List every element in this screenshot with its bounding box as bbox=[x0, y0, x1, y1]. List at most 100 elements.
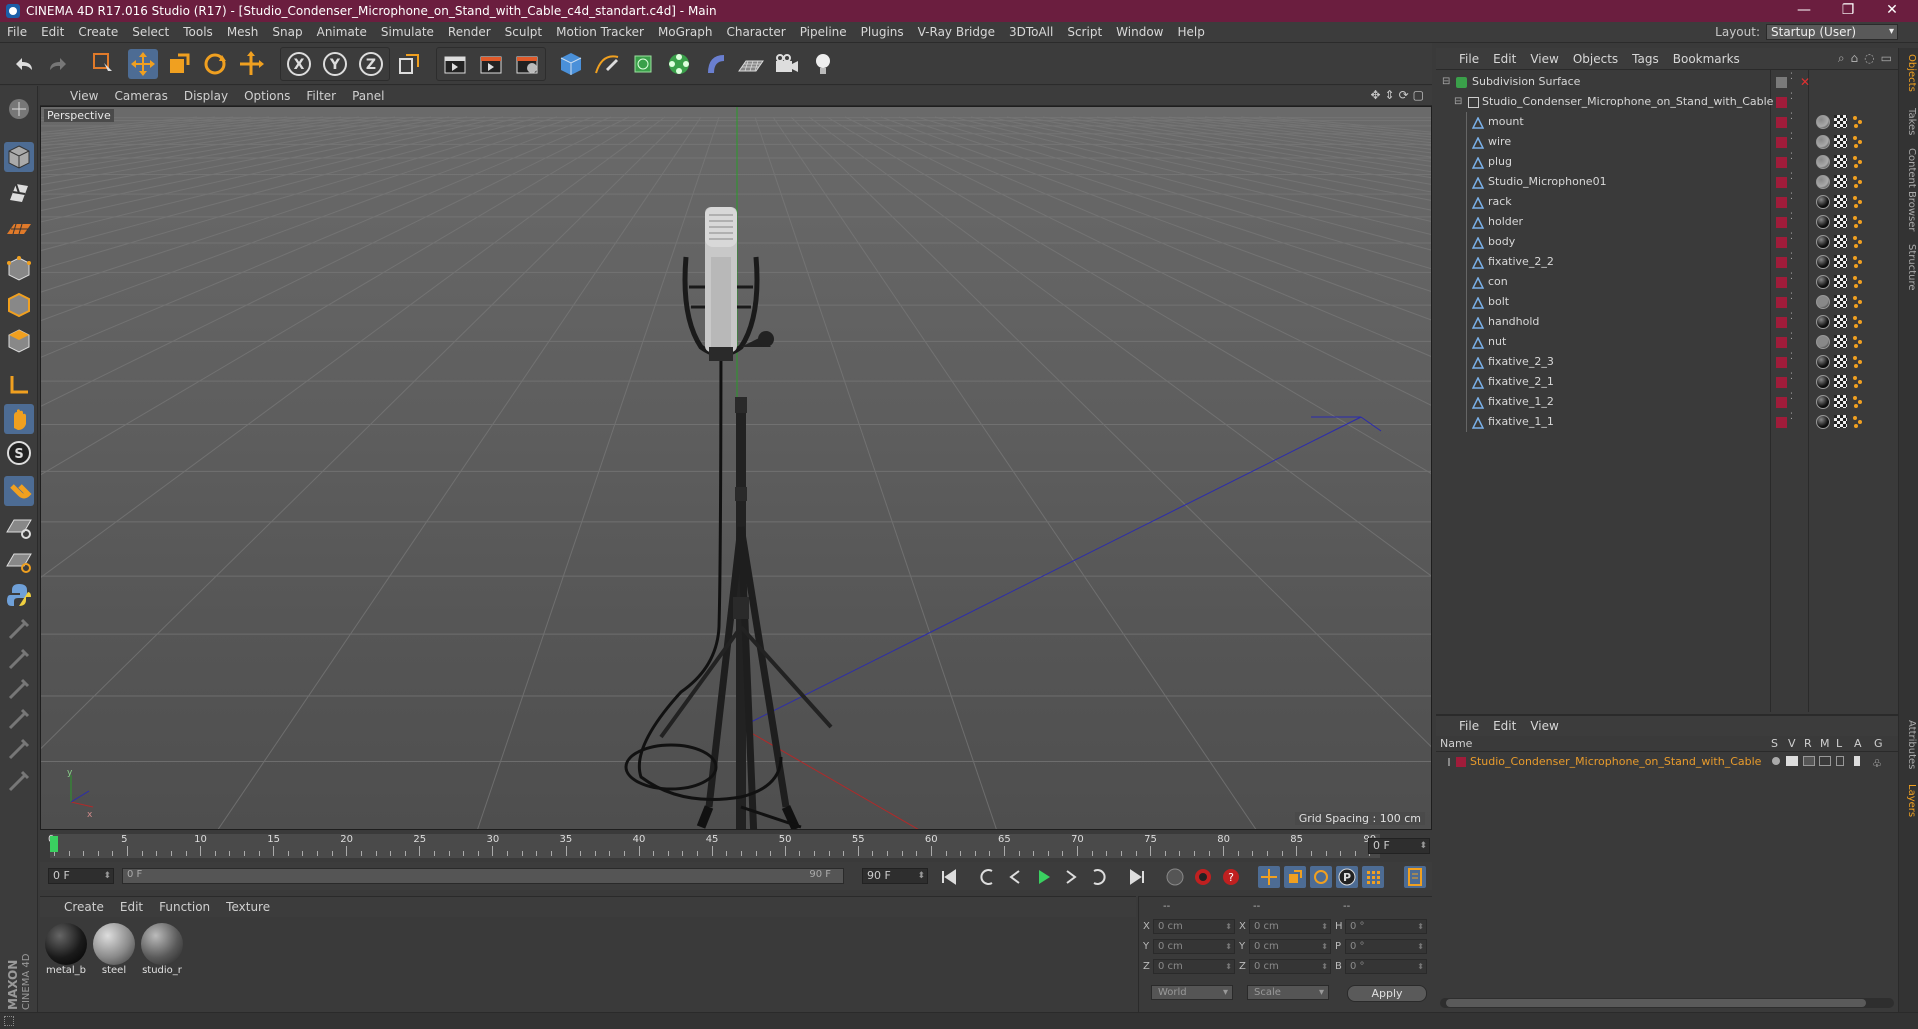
rotation-h-field[interactable]: 0 ° bbox=[1345, 919, 1427, 934]
material-menu-create[interactable]: Create bbox=[56, 900, 112, 914]
menu-tools[interactable]: Tools bbox=[176, 25, 220, 39]
model-mode-icon[interactable] bbox=[4, 142, 34, 172]
visibility-dots-icon[interactable]: ⁚ bbox=[1790, 272, 1801, 283]
polygons-mode-icon[interactable] bbox=[4, 326, 34, 356]
texture-tag-icon[interactable] bbox=[1852, 135, 1864, 149]
layer-render-icon[interactable] bbox=[1803, 756, 1815, 766]
texture-tag-icon[interactable] bbox=[1852, 215, 1864, 229]
layer-flag-generators[interactable]: G bbox=[1874, 737, 1883, 750]
magnet-snap-icon[interactable] bbox=[4, 476, 34, 506]
layer-menu-view[interactable]: View bbox=[1523, 719, 1565, 733]
object-row-child[interactable]: fixative_2_1 ⁚ bbox=[1436, 372, 1898, 392]
material-tag-icon[interactable] bbox=[1816, 315, 1830, 329]
menu-character[interactable]: Character bbox=[719, 25, 792, 39]
layer-row[interactable]: Studio_Condenser_Microphone_on_Stand_wit… bbox=[1436, 753, 1898, 771]
uvw-tag-icon[interactable] bbox=[1834, 275, 1847, 288]
size-y-field[interactable]: 0 cm bbox=[1249, 939, 1331, 954]
layer-color-swatch[interactable] bbox=[1776, 397, 1787, 408]
layer-color-swatch[interactable] bbox=[1776, 277, 1787, 288]
viewport-rotate-icon[interactable]: ⟳ bbox=[1399, 88, 1409, 102]
object-menu-objects[interactable]: Objects bbox=[1566, 52, 1625, 66]
apply-button[interactable]: Apply bbox=[1347, 985, 1427, 1002]
material-tag-icon[interactable] bbox=[1816, 355, 1830, 369]
material-tag-icon[interactable] bbox=[1816, 215, 1830, 229]
visibility-dots-icon[interactable]: ⁚ bbox=[1790, 212, 1801, 223]
viewport-zoom-icon[interactable]: ⇕ bbox=[1385, 88, 1395, 102]
material-menu-function[interactable]: Function bbox=[151, 900, 218, 914]
keyframe-selection-icon[interactable]: ? bbox=[1220, 866, 1242, 888]
object-filter-icon[interactable]: ◌ bbox=[1864, 51, 1874, 66]
current-frame-field[interactable]: 0 F bbox=[1368, 838, 1430, 854]
rotate-tool-icon[interactable] bbox=[200, 49, 230, 79]
render-settings-icon[interactable] bbox=[512, 49, 542, 79]
goto-end-icon[interactable] bbox=[1126, 866, 1148, 888]
grid-snap-icon[interactable] bbox=[4, 512, 34, 542]
menu-sculpt[interactable]: Sculpt bbox=[498, 25, 549, 39]
side-tab-layers[interactable]: Layers bbox=[1901, 784, 1917, 817]
material-menu-edit[interactable]: Edit bbox=[112, 900, 151, 914]
material-swatch[interactable]: steel bbox=[92, 923, 136, 979]
render-view-icon[interactable] bbox=[440, 49, 470, 79]
object-row-group[interactable]: ⊟ Studio_Condenser_Microphone_on_Stand_w… bbox=[1436, 92, 1898, 112]
menu-vray-bridge[interactable]: V-Ray Bridge bbox=[911, 25, 1002, 39]
position-x-field[interactable]: 0 cm bbox=[1153, 919, 1235, 934]
layer-color-swatch[interactable] bbox=[1776, 177, 1787, 188]
magnet-tool-icon[interactable] bbox=[4, 766, 34, 796]
layer-flag-manager[interactable]: M bbox=[1820, 737, 1830, 750]
texture-tag-icon[interactable] bbox=[1852, 235, 1864, 249]
object-row-child[interactable]: wire ⁚ bbox=[1436, 132, 1898, 152]
scrollbar-thumb[interactable] bbox=[1446, 999, 1866, 1007]
texture-tag-icon[interactable] bbox=[1852, 395, 1864, 409]
menu-render[interactable]: Render bbox=[441, 25, 498, 39]
object-row-child[interactable]: con ⁚ bbox=[1436, 272, 1898, 292]
layer-flag-animation[interactable]: A bbox=[1854, 737, 1862, 750]
rotation-b-field[interactable]: 0 ° bbox=[1345, 959, 1427, 974]
texture-tag-icon[interactable] bbox=[1852, 375, 1864, 389]
redo-icon[interactable] bbox=[44, 49, 74, 79]
layout-dropdown[interactable]: Startup (User) bbox=[1766, 24, 1898, 40]
end-frame-field[interactable]: 90 F bbox=[862, 868, 928, 884]
visibility-dots-icon[interactable]: ⁚ bbox=[1790, 192, 1801, 203]
visibility-dots-icon[interactable]: ⁚ bbox=[1790, 172, 1801, 183]
key-scale-icon[interactable] bbox=[1284, 866, 1306, 888]
menu-simulate[interactable]: Simulate bbox=[374, 25, 441, 39]
generator-disabled-icon[interactable]: ✕ bbox=[1800, 72, 1811, 89]
next-key-icon[interactable] bbox=[1088, 866, 1110, 888]
uvw-tag-icon[interactable] bbox=[1834, 295, 1847, 308]
texture-tag-icon[interactable] bbox=[1852, 275, 1864, 289]
render-picture-viewer-icon[interactable] bbox=[476, 49, 506, 79]
layer-color-swatch[interactable] bbox=[1776, 297, 1787, 308]
material-tag-icon[interactable] bbox=[1816, 175, 1830, 189]
side-tab-attributes[interactable]: Attributes bbox=[1901, 720, 1917, 769]
layer-manager-icon[interactable] bbox=[1819, 756, 1831, 766]
layer-color-swatch[interactable] bbox=[1776, 317, 1787, 328]
visibility-dots-icon[interactable]: ⁚ bbox=[1790, 92, 1801, 103]
layer-color-swatch[interactable] bbox=[1776, 77, 1787, 88]
layer-color-swatch[interactable] bbox=[1776, 217, 1787, 228]
object-menu-tags[interactable]: Tags bbox=[1625, 52, 1666, 66]
previous-frame-icon[interactable] bbox=[1004, 866, 1026, 888]
edges-mode-icon[interactable] bbox=[4, 290, 34, 320]
bevel-tool-icon[interactable] bbox=[4, 674, 34, 704]
side-tab-objects[interactable]: Objects bbox=[1901, 54, 1917, 92]
key-pla-icon[interactable] bbox=[1362, 866, 1384, 888]
visibility-dots-icon[interactable]: ⁚ bbox=[1790, 112, 1801, 123]
uvw-tag-icon[interactable] bbox=[1834, 155, 1847, 168]
key-parameter-icon[interactable]: P bbox=[1336, 866, 1358, 888]
object-menu-edit[interactable]: Edit bbox=[1486, 52, 1523, 66]
move-tool-icon[interactable] bbox=[128, 49, 158, 79]
size-z-field[interactable]: 0 cm bbox=[1249, 959, 1331, 974]
layer-flag-render[interactable]: R bbox=[1804, 737, 1812, 750]
goto-start-icon[interactable] bbox=[938, 866, 960, 888]
spline-pen-icon[interactable] bbox=[592, 49, 622, 79]
viewport-menu-view[interactable]: View bbox=[62, 89, 106, 103]
texture-mode-icon[interactable] bbox=[4, 178, 34, 208]
layer-color-swatch[interactable] bbox=[1776, 157, 1787, 168]
uvw-tag-icon[interactable] bbox=[1834, 215, 1847, 228]
visibility-dots-icon[interactable]: ⁚ bbox=[1790, 352, 1801, 363]
material-tag-icon[interactable] bbox=[1816, 375, 1830, 389]
object-row-child[interactable]: fixative_1_2 ⁚ bbox=[1436, 392, 1898, 412]
menu-plugins[interactable]: Plugins bbox=[854, 25, 911, 39]
layer-flag-locked[interactable]: L bbox=[1836, 737, 1842, 750]
material-tag-icon[interactable] bbox=[1816, 295, 1830, 309]
